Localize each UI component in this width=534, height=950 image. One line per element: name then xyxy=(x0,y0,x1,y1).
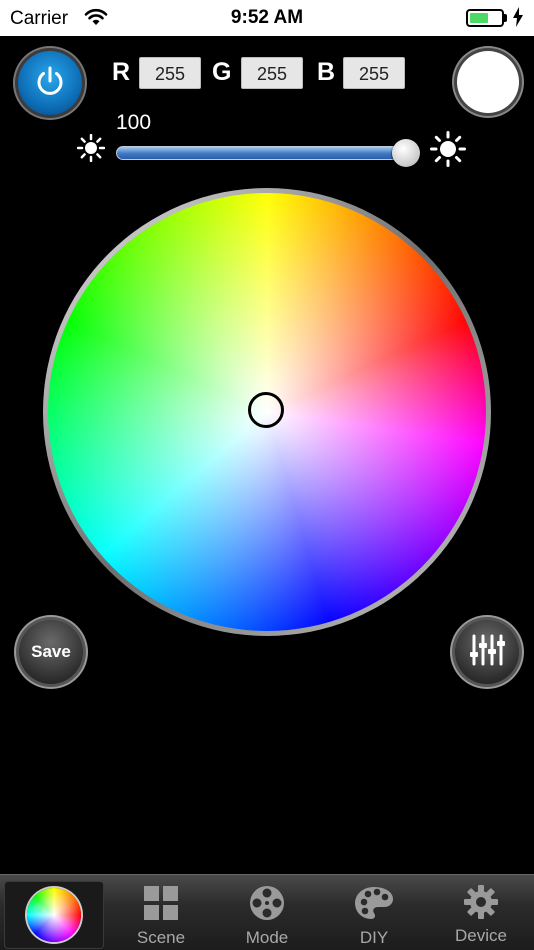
tab-bar: Scene Mode DIY Device xyxy=(0,874,534,950)
save-button-label: Save xyxy=(31,642,71,661)
tab-mode[interactable]: Mode xyxy=(216,875,318,950)
save-button[interactable]: Save xyxy=(19,620,83,684)
tab-diy[interactable]: DIY xyxy=(323,875,425,950)
tab-diy-label: DIY xyxy=(359,928,389,947)
adjust-button[interactable] xyxy=(455,620,519,684)
tab-color[interactable] xyxy=(4,881,104,949)
gear-icon xyxy=(464,885,498,924)
power-button[interactable] xyxy=(18,51,82,115)
color-wheel-selector[interactable] xyxy=(248,392,284,428)
r-value-field[interactable]: 255 xyxy=(139,57,201,89)
grid-icon xyxy=(143,885,179,926)
g-label: G xyxy=(212,58,232,86)
b-label: B xyxy=(317,58,336,86)
palette-icon xyxy=(354,885,394,926)
brightness-slider-thumb[interactable] xyxy=(392,139,420,167)
sun-large-icon xyxy=(430,131,466,172)
bolt-icon xyxy=(512,7,524,32)
color-preview[interactable] xyxy=(457,51,519,113)
battery-nub xyxy=(504,14,507,22)
g-value-field[interactable]: 255 xyxy=(241,57,303,89)
sliders-icon xyxy=(468,633,506,672)
sun-small-icon xyxy=(76,133,106,167)
color-wheel-icon xyxy=(27,888,81,942)
tab-scene[interactable]: Scene xyxy=(110,875,212,950)
battery-level xyxy=(470,13,488,23)
battery-icon xyxy=(466,9,504,27)
tab-scene-label: Scene xyxy=(136,928,186,947)
film-reel-icon xyxy=(249,885,285,926)
tab-device-label: Device xyxy=(455,926,507,945)
tab-device[interactable]: Device xyxy=(430,875,532,950)
brightness-value: 100 xyxy=(116,111,152,134)
b-value-field[interactable]: 255 xyxy=(343,57,405,89)
clock: 9:52 AM xyxy=(230,7,304,28)
r-label: R xyxy=(112,58,131,86)
power-icon xyxy=(33,64,67,103)
brightness-slider[interactable] xyxy=(116,146,406,160)
status-bar: Carrier 9:52 AM xyxy=(0,0,534,36)
tab-mode-label: Mode xyxy=(245,928,289,947)
